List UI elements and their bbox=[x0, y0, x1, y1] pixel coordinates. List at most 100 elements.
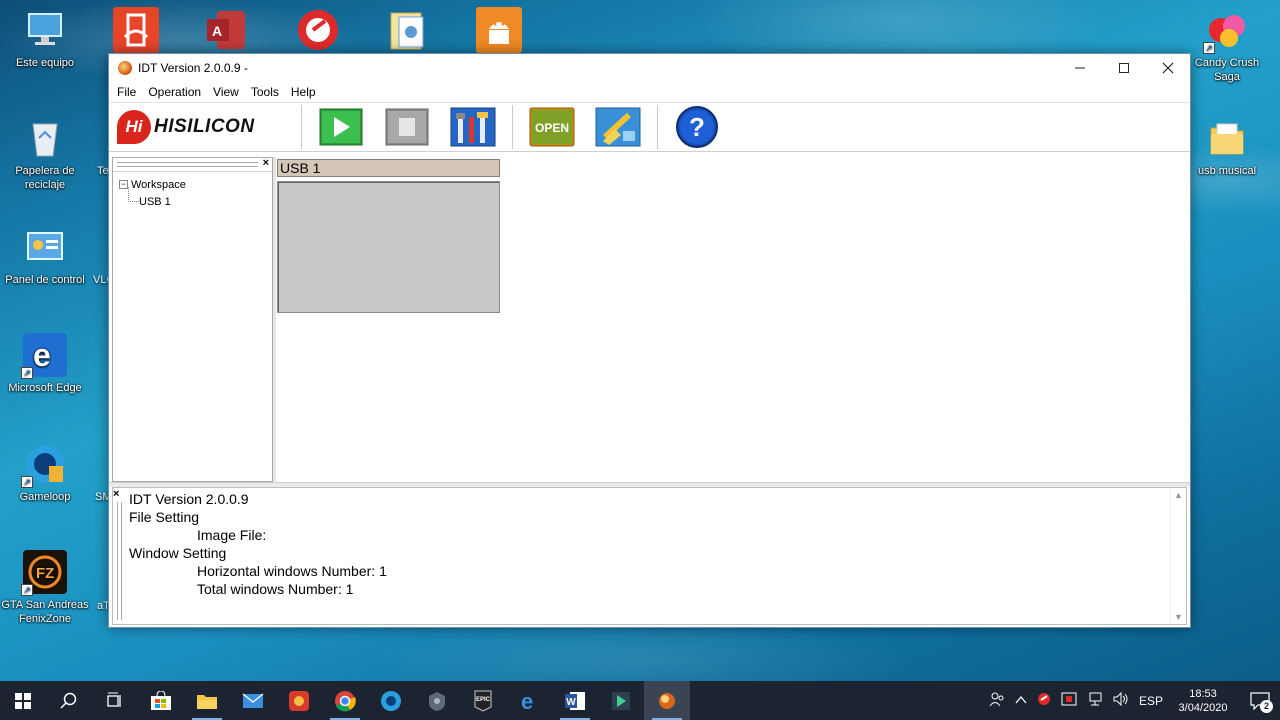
desktop-icon-papelera[interactable]: Papelera de reciclaje bbox=[0, 116, 90, 192]
desktop-icon-gta[interactable]: FZ ↗ GTA San Andreas FenixZone bbox=[0, 550, 90, 626]
fenixzone-icon: FZ ↗ bbox=[21, 550, 67, 596]
pane-grip[interactable] bbox=[117, 502, 122, 620]
clean-button[interactable] bbox=[593, 105, 643, 149]
taskbar-epic[interactable]: EPIC bbox=[460, 681, 506, 720]
epic-games-icon: EPIC bbox=[474, 690, 492, 712]
task-view-icon bbox=[107, 692, 121, 707]
desktop-icon-gameloop[interactable]: ↗ Gameloop bbox=[0, 442, 90, 504]
help-button[interactable]: ? bbox=[672, 105, 722, 149]
menu-operation[interactable]: Operation bbox=[142, 85, 207, 99]
workspace-pane-header: × bbox=[113, 157, 272, 172]
store-icon bbox=[151, 690, 171, 710]
close-button[interactable] bbox=[1146, 54, 1190, 82]
shortcut-arrow-icon: ↗ bbox=[21, 584, 33, 596]
taskbar-word[interactable]: W bbox=[552, 681, 598, 720]
desktop-icon-edge[interactable]: e ↗ Microsoft Edge bbox=[0, 333, 90, 395]
taskbar-mail[interactable] bbox=[230, 681, 276, 720]
settings-tools-button[interactable] bbox=[448, 105, 498, 149]
taskbar-gameloop[interactable] bbox=[368, 681, 414, 720]
scroll-up-icon[interactable]: ▲ bbox=[1174, 490, 1183, 500]
title-bar[interactable]: IDT Version 2.0.0.9 - bbox=[109, 54, 1190, 82]
log-line: IDT Version 2.0.0.9 bbox=[129, 491, 249, 507]
mail-icon bbox=[242, 692, 264, 708]
network-icon[interactable] bbox=[1087, 692, 1103, 709]
taskbar-app-green[interactable] bbox=[598, 681, 644, 720]
document-folder-icon[interactable] bbox=[385, 7, 431, 53]
taskbar-chrome[interactable] bbox=[322, 681, 368, 720]
log-pane: × IDT Version 2.0.0.9 File Setting Image… bbox=[112, 487, 1187, 625]
pdf-app-icon[interactable] bbox=[113, 7, 159, 53]
usb-panel-title[interactable]: USB 1 bbox=[277, 159, 500, 177]
chevron-up-icon[interactable] bbox=[1015, 694, 1027, 708]
tray-antivirus-icon[interactable] bbox=[1061, 692, 1077, 709]
start-button[interactable] bbox=[316, 105, 366, 149]
play-icon bbox=[319, 108, 363, 146]
edge-taskbar-icon: e bbox=[521, 690, 533, 712]
desktop-icon-usb-musical[interactable]: usb musical bbox=[1182, 116, 1272, 178]
taskbar: EPIC e W ESP 18:53 3/04/2020 2 bbox=[0, 681, 1280, 720]
wot-icon bbox=[429, 691, 445, 711]
collapse-icon[interactable]: − bbox=[119, 180, 128, 189]
tree-node-label: Workspace bbox=[131, 178, 186, 191]
access-icon[interactable]: A bbox=[203, 7, 249, 53]
log-pane-close-icon[interactable]: × bbox=[113, 488, 119, 500]
open-button[interactable]: OPEN bbox=[527, 105, 577, 149]
gameloop-taskbar-icon bbox=[381, 690, 401, 711]
stop-button[interactable] bbox=[382, 105, 432, 149]
tray-app-icon[interactable] bbox=[1037, 692, 1051, 709]
shortcut-arrow-icon: ↗ bbox=[21, 476, 33, 488]
idt-window: IDT Version 2.0.0.9 - File Operation Vie… bbox=[108, 53, 1191, 628]
svg-text:e: e bbox=[521, 690, 533, 712]
people-icon[interactable] bbox=[989, 691, 1005, 710]
taskbar-app[interactable] bbox=[276, 681, 322, 720]
taskbar-wot[interactable] bbox=[414, 681, 460, 720]
workspace-pane-close-icon[interactable]: × bbox=[263, 157, 269, 169]
candy-crush-icon: ↗ bbox=[1203, 8, 1249, 54]
android-icon[interactable] bbox=[476, 7, 522, 53]
edge-icon: e ↗ bbox=[21, 333, 67, 379]
hisilicon-logo-mark: Hi bbox=[117, 110, 151, 144]
pane-grip[interactable] bbox=[117, 162, 258, 167]
usb-panel-body[interactable] bbox=[277, 181, 500, 313]
brush-icon bbox=[595, 107, 641, 147]
open-icon: OPEN bbox=[529, 107, 575, 147]
taskbar-store[interactable] bbox=[138, 681, 184, 720]
language-indicator[interactable]: ESP bbox=[1139, 694, 1163, 708]
toolbar: Hi HISILICON OPEN ? bbox=[109, 102, 1190, 152]
desktop-icon-panel-de-control[interactable]: Panel de control bbox=[0, 225, 90, 287]
taskbar-idt[interactable] bbox=[644, 681, 690, 720]
vertical-splitter[interactable] bbox=[273, 157, 276, 482]
action-center-button[interactable]: 2 bbox=[1240, 681, 1280, 720]
tree-node-workspace[interactable]: − Workspace bbox=[119, 176, 272, 193]
tree-node-label: USB 1 bbox=[139, 195, 171, 208]
log-scrollbar[interactable]: ▲ ▼ bbox=[1170, 488, 1186, 624]
taskbar-edge[interactable]: e bbox=[506, 681, 552, 720]
notification-count-badge: 2 bbox=[1260, 700, 1273, 713]
menu-file[interactable]: File bbox=[111, 85, 142, 99]
desktop-icon-label: Candy Crush Saga bbox=[1194, 57, 1260, 83]
task-view-button[interactable] bbox=[92, 681, 138, 720]
clock[interactable]: 18:53 3/04/2020 bbox=[1174, 687, 1232, 715]
computer-icon bbox=[23, 8, 67, 52]
taskbar-file-explorer[interactable] bbox=[184, 681, 230, 720]
volume-icon[interactable] bbox=[1113, 691, 1129, 709]
maximize-button[interactable] bbox=[1102, 54, 1146, 82]
desktop-icon-label: Papelera de reciclaje bbox=[15, 165, 75, 191]
minimize-button[interactable] bbox=[1058, 54, 1102, 82]
scroll-down-icon[interactable]: ▼ bbox=[1174, 612, 1183, 622]
menu-view[interactable]: View bbox=[207, 85, 245, 99]
recycle-bin-icon bbox=[23, 116, 67, 160]
toolbar-separator bbox=[301, 105, 302, 149]
desktop-icon-label: Este equipo bbox=[15, 57, 75, 69]
menu-tools[interactable]: Tools bbox=[245, 85, 285, 99]
svg-text:W: W bbox=[566, 697, 576, 708]
start-button[interactable] bbox=[0, 681, 46, 720]
svg-text:A: A bbox=[212, 23, 222, 39]
search-button[interactable] bbox=[46, 681, 92, 720]
tree-node-usb1[interactable]: USB 1 bbox=[119, 187, 272, 210]
desktop-icon-candy-crush[interactable]: ↗ Candy Crush Saga bbox=[1182, 8, 1272, 84]
desktop-icon-este-equipo[interactable]: Este equipo bbox=[0, 8, 90, 70]
menu-help[interactable]: Help bbox=[285, 85, 322, 99]
stop-icon bbox=[385, 108, 429, 146]
app-red-icon[interactable] bbox=[295, 7, 341, 53]
